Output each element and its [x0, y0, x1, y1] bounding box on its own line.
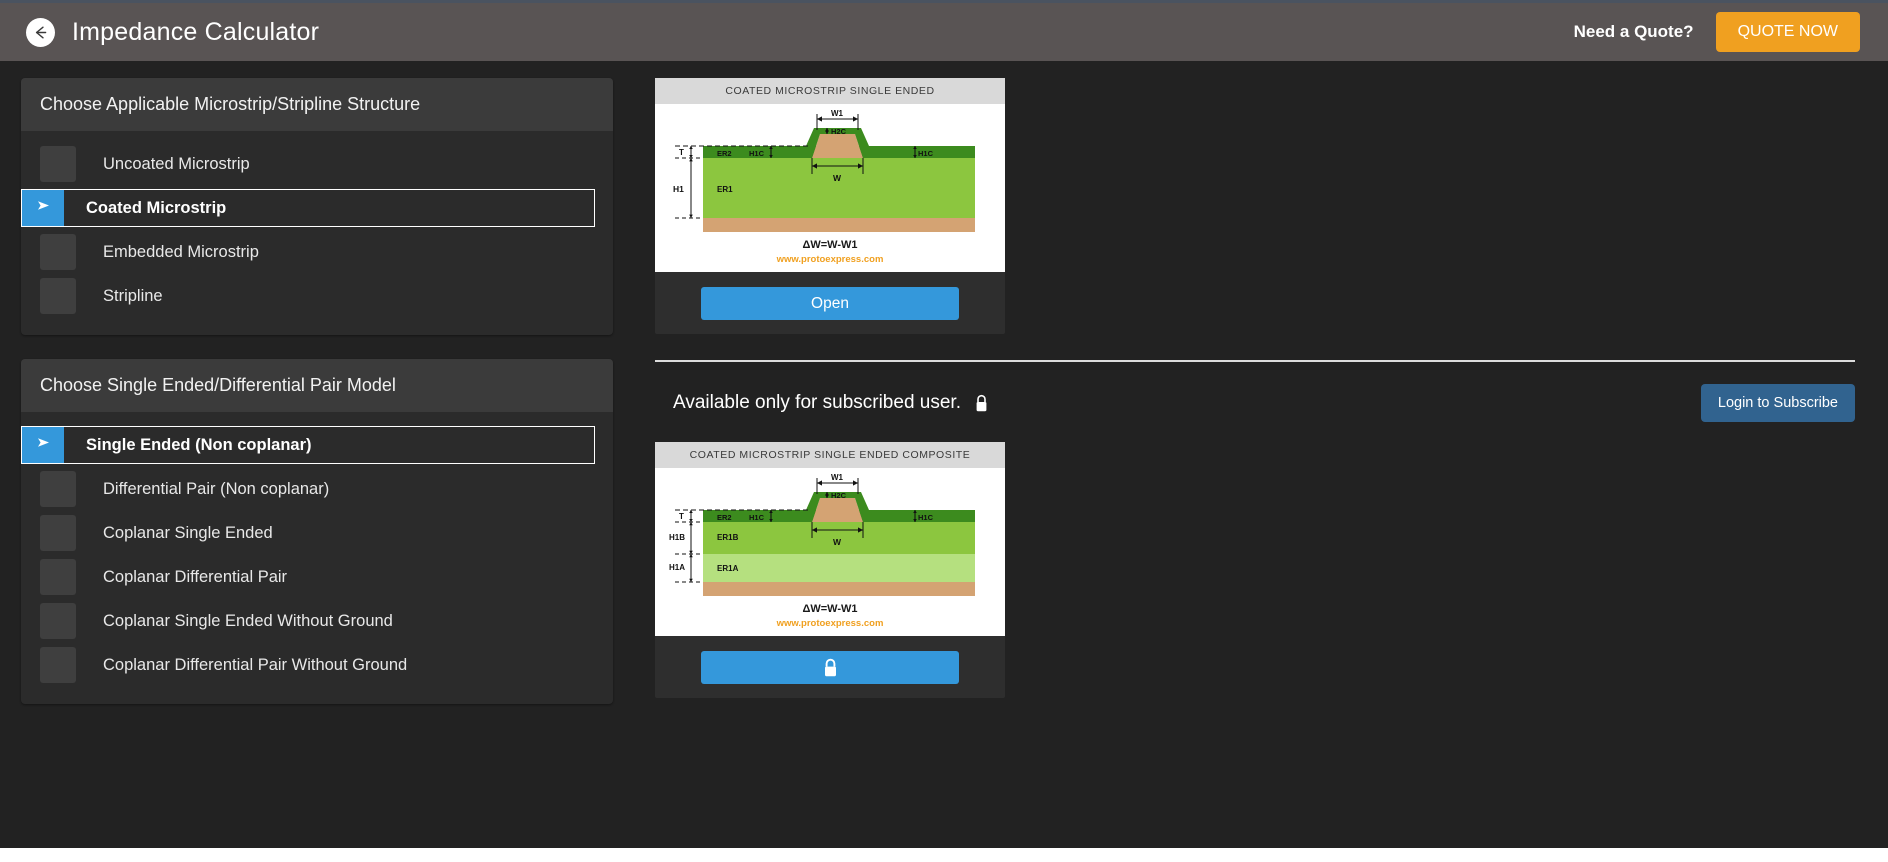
structure-option-uncoated-microstrip[interactable]: Uncoated Microstrip — [21, 145, 613, 183]
svg-text:H1: H1 — [673, 184, 684, 194]
play-arrow-icon — [36, 199, 51, 217]
svg-text:ER1A: ER1A — [717, 564, 739, 573]
model-panel: Choose Single Ended/Differential Pair Mo… — [21, 359, 613, 704]
locked-model-card: COATED MICROSTRIP SINGLE ENDED COMPOSITE — [655, 442, 1005, 698]
option-marker-selected — [22, 427, 64, 463]
subscription-row: Available only for subscribed user. Logi… — [655, 362, 1855, 442]
selection-column: Choose Applicable Microstrip/Stripline S… — [21, 78, 613, 728]
subscription-message: Available only for subscribed user. — [673, 392, 989, 414]
option-label: Stripline — [103, 286, 163, 305]
locked-model-figure: COATED MICROSTRIP SINGLE ENDED COMPOSITE — [655, 442, 1005, 636]
structure-panel: Choose Applicable Microstrip/Stripline S… — [21, 78, 613, 335]
svg-text:H1C: H1C — [918, 149, 934, 158]
free-model-figure: COATED MICROSTRIP SINGLE ENDED W1 H2C T … — [655, 78, 1005, 272]
structure-option-list: Uncoated Microstrip Coated Microstrip Em… — [21, 131, 613, 315]
arrow-left-icon — [32, 24, 49, 41]
svg-text:www.protoexpress.com: www.protoexpress.com — [776, 254, 884, 265]
svg-text:H2C: H2C — [831, 127, 847, 136]
structure-option-coated-microstrip[interactable]: Coated Microstrip — [21, 189, 595, 227]
svg-text:www.protoexpress.com: www.protoexpress.com — [776, 618, 884, 629]
option-marker — [40, 278, 76, 314]
free-figure-diagram: W1 H2C T H1 ER2 ER1 H1C H1C W ΔW=W-W1 ww… — [655, 104, 1005, 272]
svg-text:W: W — [833, 537, 842, 547]
svg-text:T: T — [679, 512, 684, 521]
lock-icon — [974, 393, 989, 413]
structure-panel-heading: Choose Applicable Microstrip/Stripline S… — [21, 78, 613, 131]
option-label: Differential Pair (Non coplanar) — [103, 479, 330, 498]
model-option-single-ended-non-coplanar[interactable]: Single Ended (Non coplanar) — [21, 426, 595, 464]
locked-figure-diagram: W1 H2C T H1B H1A ER2 ER1B ER1A H1C H1C W… — [655, 468, 1005, 636]
option-label: Single Ended (Non coplanar) — [86, 435, 312, 454]
option-marker — [40, 603, 76, 639]
svg-text:H1C: H1C — [749, 149, 765, 158]
app-header: Impedance Calculator Need a Quote? QUOTE… — [0, 3, 1888, 61]
svg-text:H1C: H1C — [749, 513, 765, 522]
option-label: Embedded Microstrip — [103, 242, 259, 261]
option-label: Coated Microstrip — [86, 198, 227, 217]
svg-text:ΔW=W-W1: ΔW=W-W1 — [802, 239, 857, 251]
option-label: Coplanar Single Ended — [103, 523, 273, 542]
page-title: Impedance Calculator — [72, 17, 320, 46]
structure-option-stripline[interactable]: Stripline — [21, 277, 613, 315]
preview-column: COATED MICROSTRIP SINGLE ENDED W1 H2C T … — [655, 78, 1855, 698]
option-marker — [40, 234, 76, 270]
svg-text:H1C: H1C — [918, 513, 934, 522]
free-figure-title: COATED MICROSTRIP SINGLE ENDED — [655, 78, 1005, 104]
free-model-card: COATED MICROSTRIP SINGLE ENDED W1 H2C T … — [655, 78, 1005, 334]
lock-icon — [822, 657, 839, 678]
svg-text:H2C: H2C — [831, 491, 847, 500]
svg-text:ER1B: ER1B — [717, 533, 739, 542]
model-option-differential-pair-non-coplanar[interactable]: Differential Pair (Non coplanar) — [21, 470, 613, 508]
option-marker — [40, 146, 76, 182]
svg-text:W1: W1 — [831, 109, 844, 118]
option-marker — [40, 647, 76, 683]
play-arrow-icon — [36, 436, 51, 454]
locked-open-button[interactable] — [701, 651, 959, 684]
model-panel-heading: Choose Single Ended/Differential Pair Mo… — [21, 359, 613, 412]
back-button[interactable] — [26, 17, 55, 47]
subscription-message-text: Available only for subscribed user. — [673, 392, 961, 413]
login-to-subscribe-button[interactable]: Login to Subscribe — [1700, 384, 1855, 422]
model-option-coplanar-single-ended[interactable]: Coplanar Single Ended — [21, 514, 613, 552]
option-marker — [40, 559, 76, 595]
model-option-coplanar-single-ended-without-ground[interactable]: Coplanar Single Ended Without Ground — [21, 602, 613, 640]
option-label: Coplanar Differential Pair — [103, 567, 288, 586]
model-option-coplanar-differential-pair[interactable]: Coplanar Differential Pair — [21, 558, 613, 596]
svg-text:W1: W1 — [831, 473, 844, 482]
option-marker-selected — [22, 190, 64, 226]
header-actions: Need a Quote? QUOTE NOW — [1574, 12, 1860, 52]
svg-text:ΔW=W-W1: ΔW=W-W1 — [802, 603, 857, 615]
option-marker — [40, 515, 76, 551]
svg-text:H1A: H1A — [669, 563, 685, 572]
svg-text:W: W — [833, 173, 842, 183]
option-label: Coplanar Single Ended Without Ground — [103, 611, 393, 630]
open-button[interactable]: Open — [701, 287, 959, 320]
svg-text:ER1: ER1 — [717, 185, 733, 194]
quote-now-button[interactable]: QUOTE NOW — [1715, 12, 1860, 52]
option-label: Coplanar Differential Pair Without Groun… — [103, 655, 408, 674]
svg-text:H1B: H1B — [669, 533, 685, 542]
model-option-list: Single Ended (Non coplanar) Differential… — [21, 412, 613, 684]
model-option-coplanar-differential-pair-without-ground[interactable]: Coplanar Differential Pair Without Groun… — [21, 646, 613, 684]
locked-figure-title: COATED MICROSTRIP SINGLE ENDED COMPOSITE — [655, 442, 1005, 468]
option-marker — [40, 471, 76, 507]
option-label: Uncoated Microstrip — [103, 154, 250, 173]
svg-text:ER2: ER2 — [717, 149, 732, 158]
svg-text:T: T — [679, 148, 684, 157]
need-a-quote-label: Need a Quote? — [1573, 22, 1694, 41]
impedance-calculator-app: Impedance Calculator Need a Quote? QUOTE… — [0, 0, 1888, 848]
svg-text:ER2: ER2 — [717, 513, 732, 522]
structure-option-embedded-microstrip[interactable]: Embedded Microstrip — [21, 233, 613, 271]
